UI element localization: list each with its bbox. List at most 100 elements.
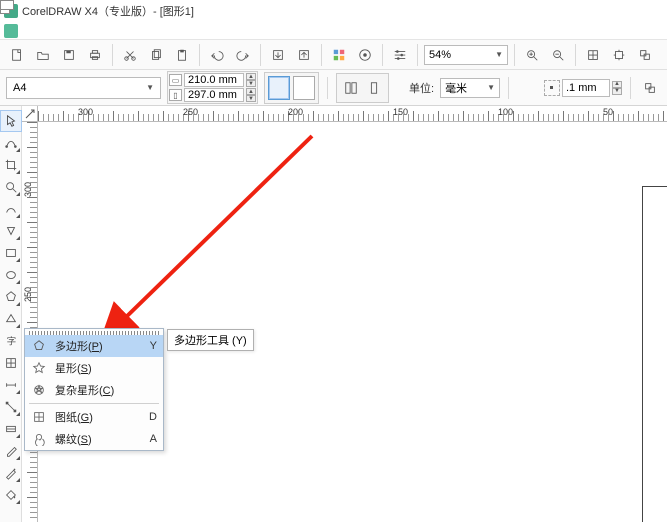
all-pages-button[interactable] — [341, 77, 361, 99]
snap-objects-button[interactable] — [634, 44, 656, 66]
height-icon: ▯ — [169, 89, 182, 101]
flyout-item[interactable]: 螺纹(S)A — [25, 428, 163, 450]
landscape-button[interactable] — [293, 76, 315, 100]
duplicate-distance-button[interactable] — [639, 77, 661, 99]
rectangle-tool[interactable] — [0, 242, 22, 264]
separator — [514, 44, 515, 66]
nudge-group: .1 mm ▲▼ — [544, 79, 622, 97]
page-dimensions: ▭ 210.0 mm ▲▼ ▯ 297.0 mm ▲▼ — [167, 71, 258, 104]
current-page-button[interactable] — [364, 77, 384, 99]
import-button[interactable] — [267, 44, 289, 66]
spin-down[interactable]: ▼ — [246, 80, 256, 87]
separator — [327, 77, 328, 99]
multipage-group — [336, 73, 389, 103]
zoom-out-button[interactable] — [547, 44, 569, 66]
flyout-item[interactable]: 多边形(P) Y — [25, 335, 163, 357]
text-tool[interactable]: 字 — [0, 330, 22, 352]
canvas-area[interactable]: 300 250 200 150 100 50 300 250 多边形(P) Y 星形… — [22, 106, 667, 522]
polygon-flyout-menu: 多边形(P) Y 星形(S) 复杂星形(C) 图纸(G)D螺纹(S)A — [24, 328, 164, 451]
flyout-shortcut: Y — [150, 340, 157, 352]
page-width-input[interactable]: 210.0 mm — [184, 73, 244, 87]
fill-tool[interactable] — [0, 484, 22, 506]
redo-button[interactable] — [232, 44, 254, 66]
table-tool[interactable] — [0, 352, 22, 374]
undo-button[interactable] — [206, 44, 228, 66]
print-button[interactable] — [84, 44, 106, 66]
nudge-icon — [544, 80, 560, 96]
width-icon: ▭ — [169, 74, 182, 86]
spin-down[interactable]: ▼ — [246, 95, 256, 102]
new-button[interactable] — [6, 44, 28, 66]
pick-tool[interactable] — [0, 110, 22, 132]
flyout-item[interactable]: 星形(S) — [25, 357, 163, 379]
star-icon — [31, 360, 47, 376]
menu-bar[interactable] — [0, 22, 667, 40]
zoom-value: 54% — [429, 49, 451, 61]
save-button[interactable] — [58, 44, 80, 66]
connector-tool[interactable] — [0, 396, 22, 418]
spin-up[interactable]: ▲ — [246, 88, 256, 95]
options-button[interactable] — [389, 44, 411, 66]
flyout-item[interactable]: 复杂星形(C) — [25, 379, 163, 401]
complexstar-icon — [31, 382, 47, 398]
flyout-label: 图纸(G) — [55, 409, 137, 425]
vertical-ruler[interactable]: 300 250 — [22, 122, 38, 522]
snap-grid-button[interactable] — [582, 44, 604, 66]
basic-shapes-tool[interactable] — [0, 308, 22, 330]
chevron-down-icon: ▼ — [146, 83, 154, 92]
nudge-input[interactable]: .1 mm — [562, 79, 610, 97]
polygon-tool[interactable] — [0, 286, 22, 308]
menu-separator — [29, 403, 159, 404]
eyedropper-tool[interactable] — [0, 440, 22, 462]
annotation-arrow-icon — [102, 126, 322, 336]
welcome-button[interactable] — [354, 44, 376, 66]
spin-up[interactable]: ▲ — [612, 81, 622, 88]
export-button[interactable] — [293, 44, 315, 66]
zoom-in-button[interactable] — [521, 44, 543, 66]
units-value: 毫米 — [445, 80, 467, 96]
flyout-label: 复杂星形(C) — [55, 382, 145, 398]
chevron-down-icon: ▼ — [487, 83, 495, 92]
flyout-label: 螺纹(S) — [55, 431, 138, 447]
grid-icon — [31, 409, 47, 425]
dimension-tool[interactable] — [0, 374, 22, 396]
ellipse-tool[interactable] — [0, 264, 22, 286]
interactive-tool[interactable] — [0, 418, 22, 440]
zoom-tool[interactable] — [0, 176, 22, 198]
zoom-select[interactable]: 54% ▼ — [424, 45, 508, 65]
spin-up[interactable]: ▲ — [246, 73, 256, 80]
property-bar: A4 ▼ ▭ 210.0 mm ▲▼ ▯ 297.0 mm ▲▼ 单位: 毫米 … — [0, 70, 667, 106]
separator — [112, 44, 113, 66]
snap-guides-button[interactable] — [608, 44, 630, 66]
window-title: CorelDRAW X4（专业版）- [图形1] — [22, 3, 194, 19]
ruler-origin[interactable] — [22, 106, 38, 122]
separator — [630, 77, 631, 99]
app-launcher-button[interactable] — [328, 44, 350, 66]
flyout-item[interactable]: 图纸(G)D — [25, 406, 163, 428]
freehand-tool[interactable] — [0, 198, 22, 220]
units-label: 单位: — [409, 80, 434, 96]
paper-size-select[interactable]: A4 ▼ — [6, 77, 161, 99]
spin-down[interactable]: ▼ — [612, 88, 622, 95]
portrait-button[interactable] — [268, 76, 290, 100]
open-button[interactable] — [32, 44, 54, 66]
separator — [575, 44, 576, 66]
tooltip: 多边形工具 (Y) — [167, 329, 254, 351]
outline-tool[interactable] — [0, 462, 22, 484]
crop-tool[interactable] — [0, 154, 22, 176]
smart-fill-tool[interactable] — [0, 220, 22, 242]
horizontal-ruler[interactable]: 300 250 200 150 100 50 — [38, 106, 667, 122]
flyout-label: 星形(S) — [55, 360, 145, 376]
flyout-label: 多边形(P) — [55, 338, 138, 354]
separator — [508, 77, 509, 99]
svg-text:字: 字 — [7, 336, 17, 348]
page-height-input[interactable]: 297.0 mm — [184, 88, 244, 102]
units-select[interactable]: 毫米 ▼ — [440, 78, 500, 98]
paste-button[interactable] — [171, 44, 193, 66]
title-bar: CorelDRAW X4（专业版）- [图形1] — [0, 0, 667, 22]
copy-button[interactable] — [145, 44, 167, 66]
shape-tool[interactable] — [0, 132, 22, 154]
separator — [417, 44, 418, 66]
cut-button[interactable] — [119, 44, 141, 66]
separator — [321, 44, 322, 66]
